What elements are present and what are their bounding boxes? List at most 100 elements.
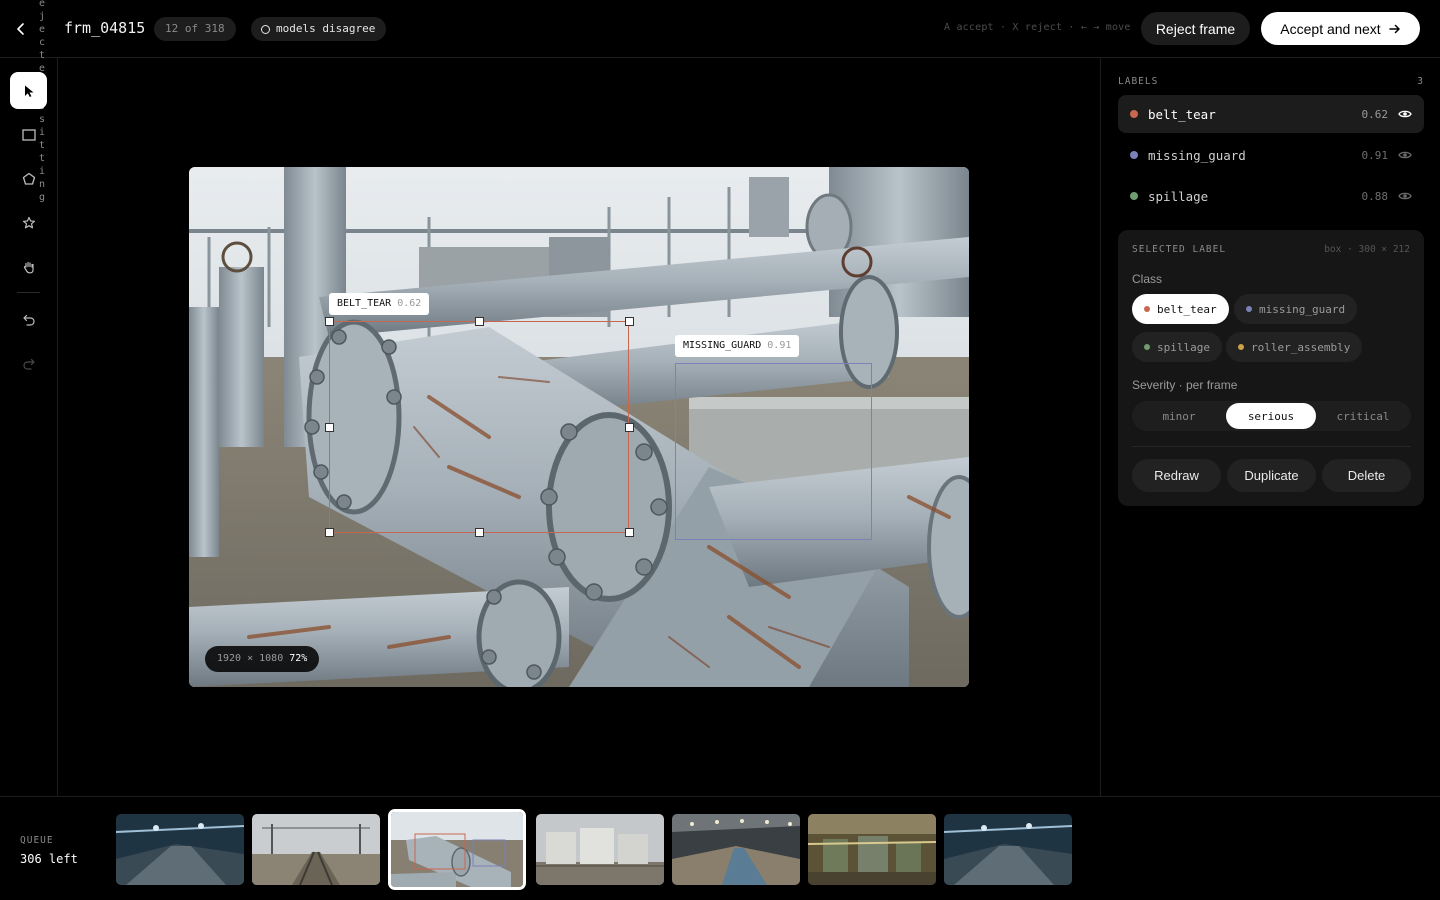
box-tag-belt-tear: BELT_TEAR 0.62 [329, 293, 430, 315]
card-divider [1132, 446, 1411, 447]
label-color-dot [1130, 192, 1138, 200]
resize-handle-top[interactable] [475, 317, 484, 326]
label-color-dot [1130, 110, 1138, 118]
pan-tool[interactable] [10, 248, 47, 285]
resize-handle-bottom-right[interactable] [625, 528, 634, 537]
polygon-tool[interactable] [10, 160, 47, 197]
storage-tanks-thumb [536, 814, 664, 885]
queue-thumbnail[interactable] [116, 814, 244, 885]
status-badge-text: models disagree [276, 22, 376, 35]
class-chip-belt-tear[interactable]: belt_tear [1132, 294, 1229, 324]
resize-handle-bottom-left[interactable] [325, 528, 334, 537]
label-row-missing-guard[interactable]: missing_guard 0.91 [1118, 136, 1424, 174]
frame-id: frm_04815 [64, 19, 146, 37]
warehouse-conveyor-thumb [672, 814, 800, 885]
zoom-level: 72% [289, 653, 308, 664]
keyboard-shortcuts-hint: A accept · X reject · ← → move [944, 22, 1131, 33]
resize-handle-right[interactable] [625, 423, 634, 432]
labels-count: 3 [1417, 76, 1424, 87]
reject-frame-button[interactable]: Reject frame [1141, 12, 1250, 45]
class-chip-label: spillage [1157, 340, 1210, 354]
pentagon-icon [22, 172, 35, 185]
labels-panel: LABELS 3 belt_tear 0.62 missing_guard 0.… [1100, 58, 1440, 796]
queue-thumbnail[interactable] [536, 814, 664, 885]
severity-option-minor[interactable]: minor [1134, 403, 1224, 429]
conveyor-tunnel-thumb [944, 814, 1072, 885]
bounding-box-belt-tear[interactable] [329, 321, 629, 533]
resize-handle-top-right[interactable] [625, 317, 634, 326]
frame-image[interactable]: BELT_TEAR 0.62 MISSING_GUARD 0.91 1920 × 1… [189, 167, 969, 687]
select-tool[interactable] [10, 72, 47, 109]
queue-title: QUEUE [20, 835, 54, 846]
labels-title: LABELS [1118, 76, 1159, 87]
image-resolution: 1920 × 1080 [217, 653, 284, 664]
class-chip-label: missing_guard [1259, 302, 1346, 316]
delete-button[interactable]: Delete [1322, 459, 1411, 492]
hand-icon [23, 261, 34, 273]
image-info-badge: 1920 × 1080 72% [205, 646, 320, 672]
eye-icon[interactable] [1398, 191, 1412, 201]
frame-counter: 12 of 318 [154, 17, 236, 41]
bounding-box-missing-guard[interactable] [675, 363, 872, 540]
resize-handle-left[interactable] [325, 423, 334, 432]
tool-sidebar [0, 58, 58, 796]
label-confidence: 0.88 [1361, 189, 1389, 203]
chevron-left-icon [17, 23, 24, 35]
resize-handle-top-left[interactable] [325, 317, 334, 326]
redo-button[interactable] [10, 345, 47, 382]
redo-icon [22, 358, 35, 370]
label-name: belt_tear [1148, 106, 1216, 122]
queue-thumbnail[interactable] [672, 814, 800, 885]
label-name: missing_guard [1148, 147, 1246, 163]
class-color-dot [1238, 344, 1244, 350]
box-tool[interactable] [10, 116, 47, 153]
eye-icon[interactable] [1398, 150, 1412, 160]
queue-thumbnail[interactable] [808, 814, 936, 885]
accept-and-next-button[interactable]: Accept and next [1261, 12, 1420, 45]
duplicate-button[interactable]: Duplicate [1227, 459, 1316, 492]
top-bar: frm_04815 12 of 318 models disagree A ac… [0, 0, 1440, 58]
queue-thumbnail-current[interactable] [388, 809, 526, 890]
resize-handle-bottom[interactable] [475, 528, 484, 537]
box-tag-confidence: 0.91 [767, 340, 792, 351]
class-chip-spillage[interactable]: spillage [1132, 332, 1222, 362]
severity-field-label: Severity · per frame [1132, 378, 1238, 392]
rectangle-icon [21, 128, 36, 141]
conveyor-tunnel-thumb [116, 814, 244, 885]
redraw-button[interactable]: Redraw [1132, 459, 1221, 492]
selected-label-header: SELECTED LABEL box · 300 × 212 [1132, 244, 1410, 255]
class-chip-label: belt_tear [1157, 302, 1217, 316]
keypoint-tool[interactable] [10, 204, 47, 241]
box-tag-missing-guard: MISSING_GUARD 0.91 [675, 335, 800, 357]
labels-header: LABELS 3 [1118, 76, 1424, 87]
class-chip-missing-guard[interactable]: missing_guard [1234, 294, 1358, 324]
box-tag-confidence: 0.62 [397, 298, 422, 309]
box-tag-label: MISSING_GUARD [683, 340, 762, 351]
keypoints-icon [22, 216, 35, 228]
label-color-dot [1130, 151, 1138, 159]
severity-option-serious[interactable]: serious [1226, 403, 1316, 429]
class-chip-roller-assembly[interactable]: roller_assembly [1226, 332, 1363, 362]
label-confidence: 0.62 [1361, 107, 1389, 121]
label-name: spillage [1148, 188, 1209, 204]
selected-box-dimensions: box · 300 × 212 [1324, 244, 1410, 255]
eye-icon[interactable] [1398, 109, 1412, 119]
undo-icon [22, 314, 35, 326]
label-row-belt-tear[interactable]: belt_tear 0.62 [1118, 95, 1424, 133]
undo-button[interactable] [10, 301, 47, 338]
queue-thumbnail[interactable] [252, 814, 380, 885]
class-field-label: Class [1132, 272, 1163, 286]
box-tag-label: BELT_TEAR [337, 298, 392, 309]
class-color-dot [1144, 344, 1150, 350]
queue-thumbnail[interactable] [944, 814, 1072, 885]
pump-room-thumb [808, 814, 936, 885]
cursor-icon [24, 85, 33, 97]
severity-option-critical[interactable]: critical [1318, 403, 1408, 429]
status-badge: models disagree [251, 17, 387, 41]
label-row-spillage[interactable]: spillage 0.88 [1118, 177, 1424, 215]
toolbar-divider [17, 292, 40, 293]
annotation-canvas[interactable]: BELT_TEAR 0.62 MISSING_GUARD 0.91 1920 × 1… [58, 58, 1100, 796]
class-color-dot [1246, 306, 1252, 312]
back-button[interactable] [6, 14, 36, 44]
selected-label-card: SELECTED LABEL box · 300 × 212 Class bel… [1118, 230, 1424, 506]
